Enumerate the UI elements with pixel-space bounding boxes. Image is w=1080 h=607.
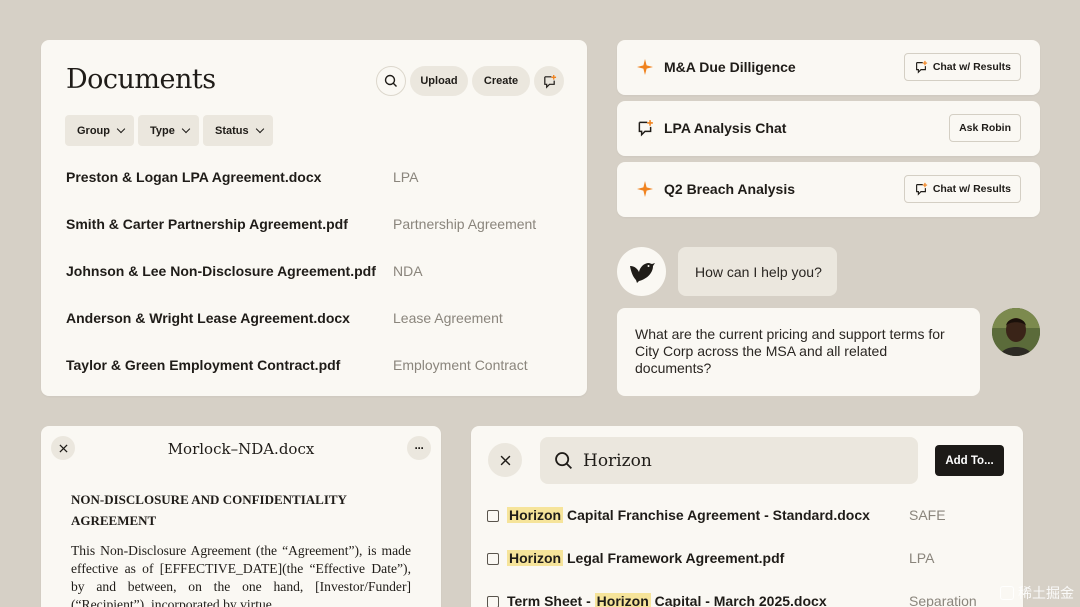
user-message: What are the current pricing and support… bbox=[617, 308, 980, 396]
list-item[interactable]: Horizon Legal Framework Agreement.pdf LP… bbox=[487, 549, 987, 571]
assistant-message: How can I help you? bbox=[678, 247, 837, 296]
search-icon bbox=[555, 452, 572, 469]
doc-type: LPA bbox=[393, 169, 419, 185]
search-button[interactable] bbox=[376, 66, 406, 96]
more-icon: ··· bbox=[414, 441, 425, 455]
filter-group[interactable]: Group bbox=[65, 115, 134, 146]
chevron-down-icon bbox=[116, 124, 126, 134]
result-item-q2-breach[interactable]: Q2 Breach Analysis Chat w/ Results bbox=[617, 162, 1040, 217]
filter-type-label: Type bbox=[150, 124, 175, 137]
match-highlight: Horizon bbox=[507, 507, 564, 523]
upload-button[interactable]: Upload bbox=[410, 66, 468, 96]
filter-group-label: Group bbox=[77, 124, 110, 137]
chevron-down-icon bbox=[181, 124, 191, 134]
bird-logo-icon bbox=[629, 262, 655, 283]
match-highlight: Horizon bbox=[594, 593, 651, 607]
result-name: Term Sheet - Horizon Capital - March 202… bbox=[507, 593, 827, 607]
doc-name: Taylor & Green Employment Contract.pdf bbox=[66, 357, 341, 373]
button-label: Ask Robin bbox=[959, 122, 1011, 134]
chat-plus-icon bbox=[915, 60, 927, 74]
result-name: Horizon Capital Franchise Agreement - St… bbox=[507, 507, 870, 523]
new-chat-button[interactable] bbox=[534, 66, 564, 96]
create-button[interactable]: Create bbox=[472, 66, 530, 96]
match-suffix: Capital Franchise Agreement - Standard.d… bbox=[563, 507, 870, 523]
more-options-button[interactable]: ··· bbox=[407, 436, 431, 460]
search-input[interactable]: Horizon bbox=[540, 437, 918, 484]
checkbox[interactable] bbox=[487, 510, 499, 522]
button-label: Chat w/ Results bbox=[932, 183, 1011, 195]
watermark-text: 稀土掘金 bbox=[1018, 585, 1074, 601]
match-highlight: Horizon bbox=[507, 550, 564, 566]
chat-with-results-button[interactable]: Chat w/ Results bbox=[903, 175, 1021, 203]
doc-name: Preston & Logan LPA Agreement.docx bbox=[66, 169, 322, 185]
watermark-logo-icon bbox=[1000, 586, 1014, 600]
result-item-lpa-analysis[interactable]: LPA Analysis Chat Ask Robin bbox=[617, 101, 1040, 156]
filter-status[interactable]: Status bbox=[203, 115, 273, 146]
result-type: Separation bbox=[909, 593, 977, 607]
chat-with-results-button[interactable]: Chat w/ Results bbox=[903, 53, 1021, 81]
watermark: 稀土掘金 bbox=[1000, 583, 1074, 603]
filter-type[interactable]: Type bbox=[138, 115, 199, 146]
result-name: Horizon Legal Framework Agreement.pdf bbox=[507, 550, 784, 566]
list-item[interactable]: Term Sheet - Horizon Capital - March 202… bbox=[487, 592, 987, 607]
document-body: This Non-Disclosure Agreement (the “Agre… bbox=[71, 543, 411, 607]
document-heading: NON-DISCLOSURE AND CONFIDENTIALITY AGREE… bbox=[71, 492, 347, 528]
documents-panel: Documents Upload Create Group Type Statu… bbox=[41, 40, 587, 396]
doc-name: Smith & Carter Partnership Agreement.pdf bbox=[66, 216, 348, 232]
checkbox[interactable] bbox=[487, 596, 499, 607]
doc-name: Johnson & Lee Non-Disclosure Agreement.p… bbox=[66, 263, 376, 279]
table-row[interactable]: Johnson & Lee Non-Disclosure Agreement.p… bbox=[66, 263, 566, 283]
match-suffix: Legal Framework Agreement.pdf bbox=[563, 550, 785, 566]
table-row[interactable]: Smith & Carter Partnership Agreement.pdf… bbox=[66, 216, 566, 236]
result-type: SAFE bbox=[909, 507, 946, 523]
document-preview: Morlock–NDA.docx ··· NON-DISCLOSURE AND … bbox=[41, 426, 441, 607]
doc-type: NDA bbox=[393, 263, 423, 279]
chat-plus-icon bbox=[543, 74, 556, 89]
table-row[interactable]: Taylor & Green Employment Contract.pdf Em… bbox=[66, 357, 566, 377]
search-panel: Horizon Add To... Horizon Capital Franch… bbox=[471, 426, 1023, 607]
result-label: LPA Analysis Chat bbox=[664, 120, 787, 136]
result-label: Q2 Breach Analysis bbox=[664, 181, 795, 197]
list-item[interactable]: Horizon Capital Franchise Agreement - St… bbox=[487, 506, 987, 528]
match-suffix: Capital - March 2025.docx bbox=[650, 593, 827, 607]
search-query: Horizon bbox=[583, 450, 652, 471]
result-item-ma-due-diligence[interactable]: M&A Due Dilligence Chat w/ Results bbox=[617, 40, 1040, 95]
chevron-down-icon bbox=[255, 124, 264, 134]
doc-type: Employment Contract bbox=[393, 357, 528, 373]
chat-plus-icon bbox=[915, 182, 927, 196]
add-to-button[interactable]: Add To... bbox=[935, 445, 1004, 476]
close-button[interactable] bbox=[488, 443, 522, 477]
button-label: Chat w/ Results bbox=[932, 61, 1011, 73]
table-row[interactable]: Preston & Logan LPA Agreement.docx LPA bbox=[66, 169, 566, 189]
match-prefix: Term Sheet - bbox=[507, 593, 595, 607]
ask-robin-button[interactable]: Ask Robin bbox=[949, 114, 1021, 142]
sparkle-icon bbox=[637, 59, 653, 75]
doc-type: Partnership Agreement bbox=[393, 216, 537, 232]
checkbox[interactable] bbox=[487, 553, 499, 565]
doc-type: Lease Agreement bbox=[393, 310, 503, 326]
filter-status-label: Status bbox=[215, 124, 249, 137]
result-type: LPA bbox=[909, 550, 935, 566]
result-label: M&A Due Dilligence bbox=[664, 59, 796, 75]
chat-plus-icon bbox=[638, 120, 653, 137]
sparkle-icon bbox=[637, 181, 653, 197]
assistant-avatar bbox=[617, 247, 666, 296]
search-icon bbox=[384, 74, 397, 87]
table-row[interactable]: Anderson & Wright Lease Agreement.docx Le… bbox=[66, 310, 566, 330]
document-title: Morlock–NDA.docx bbox=[167, 440, 315, 458]
avatar bbox=[992, 308, 1040, 356]
page-title: Documents bbox=[66, 64, 216, 95]
close-icon bbox=[500, 455, 510, 465]
doc-name: Anderson & Wright Lease Agreement.docx bbox=[66, 310, 350, 326]
